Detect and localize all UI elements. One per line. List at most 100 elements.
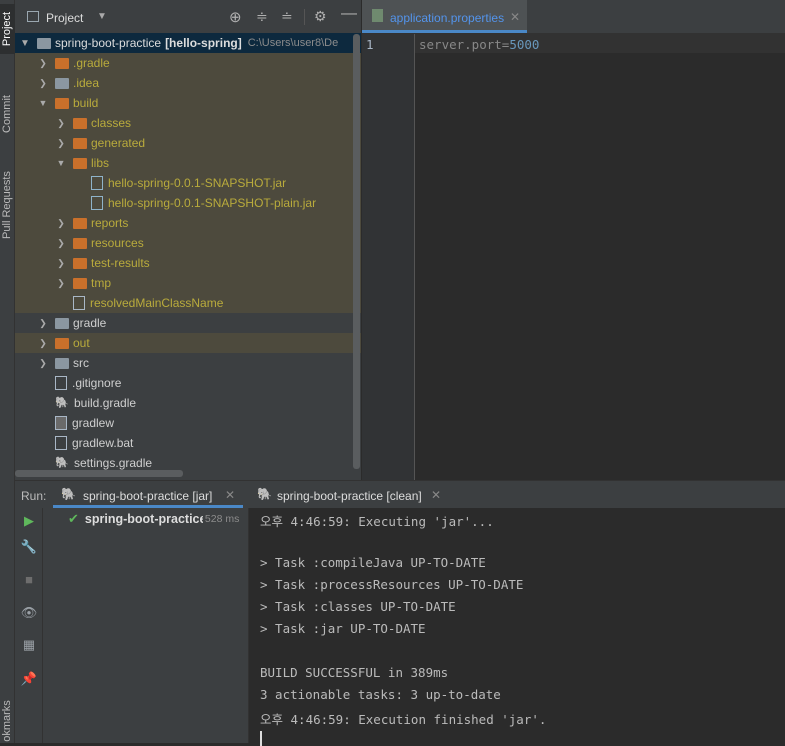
tree-item[interactable]: hello-spring-0.0.1-SNAPSHOT.jar — [15, 173, 361, 193]
tree-item-label: classes — [91, 116, 132, 130]
code-value: 5000 — [509, 37, 540, 52]
tab-pull-requests-label: Pull Requests — [1, 171, 13, 239]
tree-item-label: settings.gradle — [74, 456, 153, 470]
run-tab-clean-label: spring-boot-practice [clean] — [277, 489, 422, 503]
editor-tab-application-properties[interactable]: application.properties ✕ — [362, 0, 527, 33]
chevron-right-icon[interactable]: ❯ — [37, 58, 49, 69]
chevron-right-icon[interactable]: ❯ — [37, 78, 49, 89]
tree-item[interactable]: gradlew.bat — [15, 433, 361, 453]
rerun-icon[interactable]: ▶ — [20, 512, 38, 530]
script-file-icon — [55, 416, 67, 430]
collapse-all-icon[interactable]: ≐ — [281, 8, 293, 25]
tree-item-label: test-results — [91, 256, 150, 270]
console-line: 3 actionable tasks: 3 up-to-date — [260, 687, 501, 702]
tab-project-label: Project — [1, 11, 13, 47]
tree-item[interactable]: 🐘 build.gradle — [15, 393, 361, 413]
console-caret — [260, 731, 262, 746]
jar-file-icon — [91, 176, 103, 190]
tree-item[interactable]: ❯ .gradle — [15, 53, 361, 73]
tree-item[interactable]: ❯ gradle — [15, 313, 361, 333]
run-tree-item[interactable]: ✔ spring-boot-practice 528 ms — [43, 509, 248, 529]
close-icon[interactable]: ✕ — [431, 488, 441, 502]
tree-item-label: build — [73, 96, 99, 110]
run-tab-jar[interactable]: 🐘 spring-boot-practice [jar] ✕ — [53, 481, 243, 508]
tree-item-label: build.gradle — [74, 396, 137, 410]
tree-item-label: reports — [91, 216, 129, 230]
tree-horizontal-scrollbar[interactable] — [15, 470, 183, 477]
chevron-down-icon[interactable]: ▼ — [19, 38, 31, 49]
tab-project[interactable]: Project — [0, 4, 15, 54]
stop-icon[interactable]: ■ — [20, 570, 38, 588]
tree-item[interactable]: resolvedMainClassName — [15, 293, 361, 313]
project-view-dropdown-icon[interactable]: ▼ — [97, 11, 107, 22]
code-line[interactable]: server.port=5000 — [419, 37, 539, 52]
chevron-right-icon[interactable]: ❯ — [37, 358, 49, 369]
tree-item[interactable]: hello-spring-0.0.1-SNAPSHOT-plain.jar — [15, 193, 361, 213]
tree-item-label: .idea — [73, 76, 100, 90]
chevron-right-icon[interactable]: ❯ — [55, 118, 67, 129]
gear-icon[interactable]: ⚙ — [314, 8, 327, 25]
close-icon[interactable]: ✕ — [225, 488, 235, 502]
header-divider — [304, 9, 305, 25]
expand-all-icon[interactable]: ≑ — [256, 8, 268, 25]
root-module: [hello-spring] — [165, 36, 242, 50]
eye-icon[interactable]: 👁 — [20, 604, 38, 622]
tree-item[interactable]: ❯ src — [15, 353, 361, 373]
tree-item[interactable]: ❯ reports — [15, 213, 361, 233]
tree-item[interactable]: .gitignore — [15, 373, 361, 393]
tree-item[interactable]: ❯ tmp — [15, 273, 361, 293]
run-tree: ✔ spring-boot-practice 528 ms — [43, 508, 249, 743]
chevron-right-icon[interactable]: ❯ — [37, 318, 49, 329]
tab-bookmarks[interactable]: okmarks — [0, 698, 15, 743]
tree-item[interactable]: ❯ .idea — [15, 73, 361, 93]
module-folder-icon — [37, 37, 51, 49]
tree-item[interactable]: ❯ out — [15, 333, 361, 353]
tree-root-row[interactable]: ▼ spring-boot-practice [hello-spring] C:… — [15, 33, 361, 53]
layout-icon[interactable]: ▦ — [20, 636, 38, 654]
tree-item[interactable]: ❯ generated — [15, 133, 361, 153]
close-icon[interactable]: ✕ — [510, 10, 520, 24]
chevron-right-icon[interactable]: ❯ — [55, 218, 67, 229]
tree-vertical-scrollbar[interactable] — [353, 34, 360, 469]
tab-commit-label: Commit — [1, 95, 14, 133]
console-line: 오후 4:46:59: Executing 'jar'... — [260, 514, 494, 529]
console-line: > Task :processResources UP-TO-DATE — [260, 577, 524, 592]
console-line: > Task :classes UP-TO-DATE — [260, 599, 456, 614]
chevron-down-icon[interactable]: ▼ — [37, 98, 49, 108]
tree-item-label: resolvedMainClassName — [90, 296, 224, 310]
tree-item-label: gradle — [73, 316, 107, 330]
tree-item[interactable]: ❯ resources — [15, 233, 361, 253]
tree-item[interactable]: gradlew — [15, 413, 361, 433]
chevron-right-icon[interactable]: ❯ — [55, 278, 67, 289]
pin-icon[interactable]: 📌 — [20, 670, 38, 688]
tree-item-label: .gitignore — [72, 376, 122, 390]
chevron-right-icon[interactable]: ❯ — [55, 238, 67, 249]
tree-item[interactable]: ▼ build — [15, 93, 361, 113]
tree-item-label: hello-spring-0.0.1-SNAPSHOT-plain.jar — [108, 196, 317, 210]
folder-icon — [73, 257, 87, 269]
run-tab-clean[interactable]: 🐘 spring-boot-practice [clean] ✕ — [251, 481, 451, 508]
tree-item[interactable]: ❯ test-results — [15, 253, 361, 273]
tree-item-label: resources — [91, 236, 144, 250]
console-output[interactable]: 오후 4:46:59: Executing 'jar'... > Task :co… — [249, 508, 785, 746]
chevron-down-icon[interactable]: ▼ — [55, 158, 67, 168]
folder-icon — [73, 237, 87, 249]
tab-commit[interactable]: Commit — [0, 85, 15, 143]
console-line: BUILD SUCCESSFUL in 389ms — [260, 665, 449, 680]
hide-panel-icon[interactable]: — — [341, 5, 357, 23]
tree-item[interactable]: ▼ libs — [15, 153, 361, 173]
run-toolbar: ▶ 🔧 ■ 👁 ▦ 📌 — [15, 508, 43, 743]
locate-file-icon[interactable]: ⊕ — [229, 8, 242, 26]
project-panel-title: Project — [46, 11, 84, 25]
chevron-right-icon[interactable]: ❯ — [37, 338, 49, 349]
text-file-icon — [55, 436, 67, 450]
chevron-right-icon[interactable]: ❯ — [55, 138, 67, 149]
tree-item-label: tmp — [91, 276, 112, 290]
chevron-right-icon[interactable]: ❯ — [55, 258, 67, 269]
gradle-file-icon: 🐘 — [55, 397, 69, 409]
tree-item-label: .gradle — [73, 56, 110, 70]
tab-pull-requests[interactable]: Pull Requests — [0, 160, 15, 250]
tree-item-label: gradlew.bat — [72, 436, 134, 450]
tree-item[interactable]: ❯ classes — [15, 113, 361, 133]
wrench-icon[interactable]: 🔧 — [20, 538, 38, 556]
